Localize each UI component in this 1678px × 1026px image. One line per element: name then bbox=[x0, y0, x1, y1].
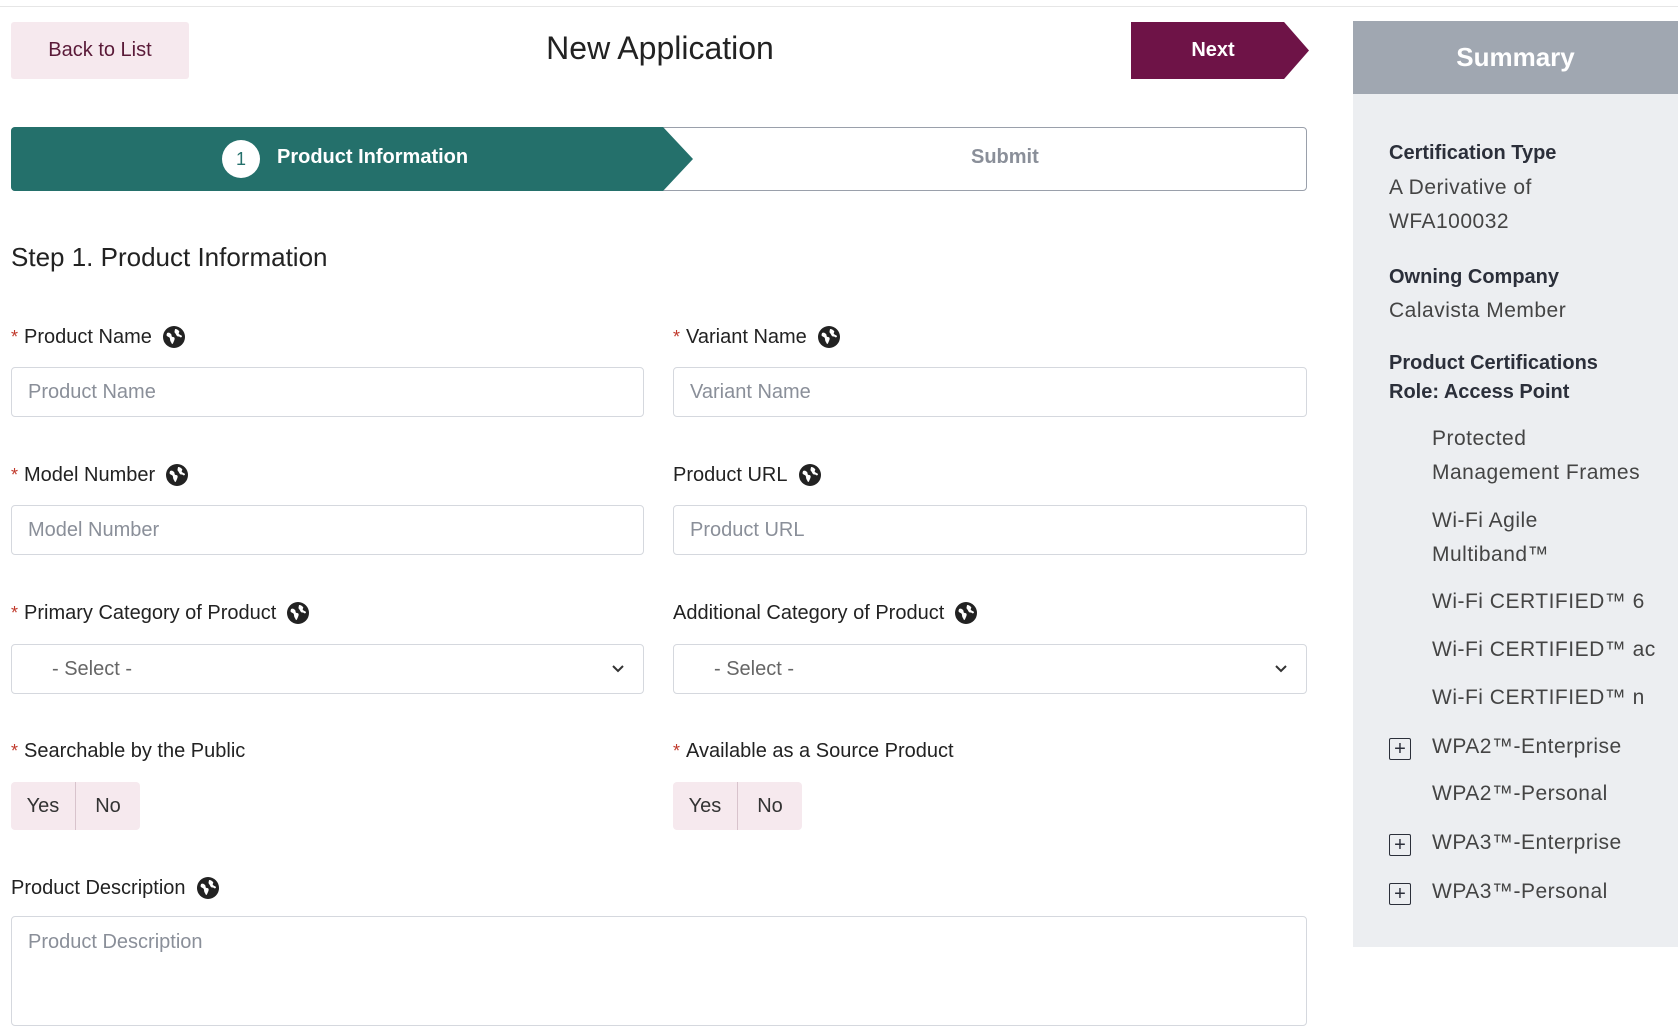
step-product-information-label: Product Information bbox=[277, 146, 469, 168]
certification-item-expandable[interactable]: WPA3™-Enterprise bbox=[1432, 826, 1622, 860]
expand-plus-icon[interactable]: + bbox=[1389, 738, 1411, 760]
product-url-input[interactable] bbox=[673, 505, 1307, 555]
progress-stepper: 1 Product Information Submit bbox=[11, 127, 1307, 191]
role-label: Role: Access Point bbox=[1389, 381, 1570, 403]
globe-icon[interactable] bbox=[817, 325, 841, 349]
additional-category-label: Additional Category of Product bbox=[673, 601, 978, 625]
source-product-yes-button[interactable]: Yes bbox=[673, 782, 738, 830]
globe-icon[interactable] bbox=[954, 601, 978, 625]
page-title: New Application bbox=[546, 30, 774, 66]
primary-category-selected-value: - Select - bbox=[52, 657, 133, 680]
product-name-label: * Product Name bbox=[11, 325, 186, 349]
certification-item: Wi-Fi CERTIFIED™ n bbox=[1432, 686, 1645, 709]
globe-icon[interactable] bbox=[165, 463, 189, 487]
summary-title: Summary bbox=[1353, 21, 1678, 94]
certification-item-line-2: Management Frames bbox=[1432, 461, 1641, 484]
certification-item: Wi-Fi CERTIFIED™ 6 bbox=[1432, 590, 1645, 613]
searchable-no-button[interactable]: No bbox=[76, 782, 140, 830]
certification-type-label: Certification Type bbox=[1389, 142, 1557, 164]
certification-item: Wi-Fi Agile bbox=[1432, 509, 1538, 532]
searchable-toggle[interactable]: Yes No bbox=[11, 782, 140, 830]
certification-item: WPA2™-Personal bbox=[1432, 782, 1608, 805]
required-marker: * bbox=[673, 741, 681, 761]
required-marker: * bbox=[11, 741, 19, 761]
product-description-textarea[interactable] bbox=[11, 916, 1307, 1026]
next-button-label: Next bbox=[1191, 39, 1235, 61]
searchable-label: * Searchable by the Public bbox=[11, 740, 245, 763]
variant-name-label-text: Variant Name bbox=[686, 325, 807, 348]
certification-item: Protected bbox=[1432, 427, 1527, 450]
source-product-label-text: Available as a Source Product bbox=[686, 740, 954, 762]
product-url-label: Product URL bbox=[673, 463, 822, 487]
source-product-label: * Available as a Source Product bbox=[673, 740, 954, 763]
globe-icon[interactable] bbox=[286, 601, 310, 625]
product-description-label-text: Product Description bbox=[11, 876, 186, 899]
searchable-label-text: Searchable by the Public bbox=[24, 740, 246, 762]
searchable-yes-button[interactable]: Yes bbox=[11, 782, 76, 830]
certification-item-line-2: Multiband™ bbox=[1432, 543, 1550, 566]
additional-category-label-text: Additional Category of Product bbox=[673, 601, 945, 624]
chevron-down-icon bbox=[1275, 665, 1287, 673]
owning-company-value: Calavista Member bbox=[1389, 299, 1567, 322]
chevron-down-icon bbox=[612, 665, 624, 673]
certification-item-expandable[interactable]: WPA3™-Personal bbox=[1432, 875, 1608, 909]
required-marker: * bbox=[11, 602, 19, 623]
back-to-list-button[interactable]: Back to List bbox=[11, 22, 189, 79]
model-number-input[interactable] bbox=[11, 505, 644, 555]
product-url-label-text: Product URL bbox=[673, 463, 788, 486]
expand-plus-icon[interactable]: + bbox=[1389, 883, 1411, 905]
primary-category-label-text: Primary Category of Product bbox=[24, 601, 277, 624]
product-description-label: Product Description bbox=[11, 876, 220, 900]
additional-category-select[interactable]: - Select - bbox=[673, 644, 1307, 694]
required-marker: * bbox=[11, 464, 19, 485]
product-name-label-text: Product Name bbox=[24, 325, 152, 348]
expand-plus-icon[interactable]: + bbox=[1389, 834, 1411, 856]
product-name-input[interactable] bbox=[11, 367, 644, 417]
globe-icon[interactable] bbox=[798, 463, 822, 487]
top-divider bbox=[0, 0, 1678, 7]
globe-icon[interactable] bbox=[162, 325, 186, 349]
variant-name-input[interactable] bbox=[673, 367, 1307, 417]
certification-item-expandable[interactable]: WPA2™-Enterprise bbox=[1432, 730, 1622, 764]
source-product-no-button[interactable]: No bbox=[738, 782, 802, 830]
section-title: Step 1. Product Information bbox=[11, 242, 328, 272]
primary-category-select[interactable]: - Select - bbox=[11, 644, 644, 694]
model-number-label: * Model Number bbox=[11, 463, 189, 487]
required-marker: * bbox=[673, 326, 681, 347]
globe-icon[interactable] bbox=[196, 876, 220, 900]
variant-name-label: * Variant Name bbox=[673, 325, 841, 349]
certification-item: Wi-Fi CERTIFIED™ ac bbox=[1432, 638, 1656, 661]
step-submit-label[interactable]: Submit bbox=[971, 146, 1039, 169]
step-number-badge: 1 bbox=[222, 140, 260, 178]
additional-category-selected-value: - Select - bbox=[714, 657, 795, 680]
next-button[interactable]: Next bbox=[1131, 22, 1309, 79]
certification-type-value-line-1: A Derivative of bbox=[1389, 176, 1532, 199]
primary-category-label: * Primary Category of Product bbox=[11, 601, 310, 625]
owning-company-label: Owning Company bbox=[1389, 266, 1559, 288]
product-certifications-label: Product Certifications bbox=[1389, 352, 1598, 374]
model-number-label-text: Model Number bbox=[24, 463, 156, 486]
summary-panel: Summary Certification Type A Derivative … bbox=[1353, 21, 1678, 947]
source-product-toggle[interactable]: Yes No bbox=[673, 782, 802, 830]
certification-type-value-line-2: WFA100032 bbox=[1389, 210, 1510, 233]
required-marker: * bbox=[11, 326, 19, 347]
